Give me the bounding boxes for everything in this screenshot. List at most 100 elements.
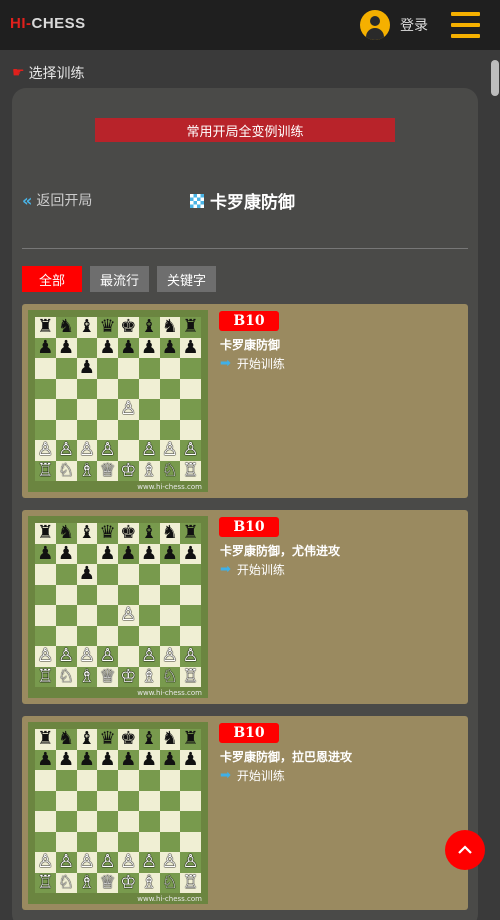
filter-keyword-button[interactable]: 关键字 — [157, 266, 217, 292]
board-square: ♙ — [76, 852, 98, 873]
scrollbar-thumb[interactable] — [491, 60, 499, 96]
black-king-icon: ♚ — [120, 522, 137, 544]
start-training-link[interactable]: ➡ 开始训练 — [220, 561, 285, 578]
board-square — [159, 399, 181, 420]
white-pawn-icon: ♙ — [182, 851, 199, 873]
board-square — [35, 358, 56, 379]
white-bishop-icon: ♗ — [141, 459, 158, 481]
board-square: ♚ — [118, 317, 139, 338]
opening-card[interactable]: ♜ ♞ ♝ ♛ ♚ ♝ ♞ ♜ ♟ ♟ ♟ ♟ ♟ ♟ ♟ ♟ ♙ ♙ ♙ ♙ ♙ ♙ ♙ ♙ ♖ ♘ ♗ ♕ ♔ ♗ ♘ ♖ www.hi-… — [22, 510, 468, 704]
board-grid-icon — [190, 193, 204, 208]
chess-board[interactable]: ♜ ♞ ♝ ♛ ♚ ♝ ♞ ♜ ♟ ♟ ♟ ♟ ♟ ♟ ♟ ♟ ♙ ♙ ♙ ♙ ♙ ♙ ♙ ♙ ♖ ♘ ♗ ♕ ♔ ♗ ♘ ♖ www.hi-… — [28, 310, 208, 492]
board-square — [180, 605, 201, 626]
board-square — [138, 584, 160, 605]
board-square: ♙ — [180, 852, 201, 873]
board-square: ♟ — [159, 337, 181, 358]
board-square: ♟ — [35, 542, 56, 564]
board-square: ♛ — [97, 317, 118, 338]
board-square — [76, 770, 98, 791]
login-button[interactable]: 登录 — [360, 10, 428, 40]
board-square: ♙ — [118, 399, 139, 420]
black-pawn-icon: ♟ — [58, 748, 75, 770]
top-bar: HI-CHESS 登录 — [0, 0, 500, 50]
black-knight-icon: ♞ — [161, 522, 178, 544]
hi-chess-logo[interactable]: HI-CHESS — [10, 15, 86, 32]
opening-card[interactable]: ♜ ♞ ♝ ♛ ♚ ♝ ♞ ♜ ♟ ♟ ♟ ♟ ♟ ♟ ♟ ♟ ♙ ♙ ♙ ♙ ♙ ♙ ♙ ♙ ♖ ♘ ♗ ♕ ♔ ♗ ♘ ♖ www.hi-… — [22, 716, 468, 910]
board-square: ♜ — [180, 523, 201, 544]
white-queen-icon: ♕ — [99, 665, 116, 687]
board-square: ♔ — [118, 666, 139, 687]
board-square — [55, 564, 77, 585]
black-pawn-icon: ♟ — [99, 336, 116, 358]
opening-banner[interactable]: 常用开局全变例训练 — [95, 118, 395, 142]
board-square — [138, 625, 160, 646]
board-square — [180, 358, 201, 379]
board-square — [159, 358, 181, 379]
board-square — [35, 399, 56, 420]
board-square: ♝ — [138, 523, 160, 544]
chess-board[interactable]: ♜ ♞ ♝ ♛ ♚ ♝ ♞ ♜ ♟ ♟ ♟ ♟ ♟ ♟ ♟ ♟ ♙ ♙ ♙ ♙ ♙ ♙ ♙ ♙ ♖ ♘ ♗ ♕ ♔ ♗ ♘ ♖ www.hi-… — [28, 516, 208, 698]
black-pawn-icon: ♟ — [99, 748, 116, 770]
black-pawn-icon: ♟ — [37, 336, 54, 358]
opening-card[interactable]: ♜ ♞ ♝ ♛ ♚ ♝ ♞ ♜ ♟ ♟ ♟ ♟ ♟ ♟ ♟ ♟ ♙ ♙ ♙ ♙ ♙ ♙ ♙ ♙ ♖ ♘ ♗ ♕ ♔ ♗ ♘ ♖ www.hi-… — [22, 304, 468, 498]
board-square: ♙ — [76, 645, 98, 667]
board-square: ♙ — [97, 852, 118, 873]
white-bishop-icon: ♗ — [141, 665, 158, 687]
board-square — [97, 399, 118, 420]
board-square — [76, 790, 98, 811]
back-to-top-button[interactable] — [445, 830, 485, 870]
white-knight-icon: ♘ — [58, 459, 75, 481]
filter-popular-button[interactable]: 最流行 — [90, 266, 150, 292]
black-king-icon: ♚ — [120, 728, 137, 750]
board-watermark: www.hi-chess.com — [137, 895, 202, 903]
board-square: ♟ — [180, 543, 201, 564]
training-panel: 常用开局全变例训练 « 返回开局 卡罗康防御 全部 最流行 关键字 ♜ ♞ ♝ ♛ ♚ ♝… — [12, 88, 478, 920]
board-square: ♟ — [55, 336, 77, 358]
start-training-link[interactable]: ➡ 开始训练 — [220, 767, 285, 784]
board-square — [55, 584, 77, 605]
white-pawn-icon: ♙ — [78, 439, 95, 461]
board-square — [159, 770, 181, 791]
filter-all-button[interactable]: 全部 — [22, 266, 82, 292]
login-label[interactable]: 登录 — [400, 15, 428, 35]
start-training-link[interactable]: ➡ 开始训练 — [220, 355, 285, 372]
black-pawn-icon: ♟ — [58, 336, 75, 358]
board-square: ♘ — [159, 666, 181, 687]
white-pawn-icon: ♙ — [161, 439, 178, 461]
board-square — [76, 419, 98, 440]
black-pawn-icon: ♟ — [37, 542, 54, 564]
white-knight-icon: ♘ — [58, 665, 75, 687]
board-square — [180, 584, 201, 605]
board-square — [118, 811, 139, 832]
board-square: ♟ — [159, 543, 181, 564]
white-bishop-icon: ♗ — [78, 459, 95, 481]
board-square: ♕ — [97, 872, 118, 893]
board-square: ♜ — [35, 523, 56, 544]
black-pawn-icon: ♟ — [141, 748, 158, 770]
board-square — [118, 440, 139, 461]
black-bishop-icon: ♝ — [141, 316, 158, 338]
white-pawn-icon: ♙ — [120, 604, 137, 626]
board-square: ♘ — [55, 665, 77, 687]
eco-code-badge: B10 — [219, 311, 279, 331]
white-pawn-icon: ♙ — [78, 645, 95, 667]
board-square: ♟ — [55, 543, 77, 564]
black-queen-icon: ♛ — [99, 728, 116, 750]
board-square: ♚ — [118, 729, 139, 750]
chess-board[interactable]: ♜ ♞ ♝ ♛ ♚ ♝ ♞ ♜ ♟ ♟ ♟ ♟ ♟ ♟ ♟ ♟ ♙ ♙ ♙ ♙ ♙ ♙ ♙ ♙ ♖ ♘ ♗ ♕ ♔ ♗ ♘ ♖ www.hi-… — [28, 722, 208, 904]
board-square: ♚ — [118, 523, 139, 544]
board-square: ♜ — [180, 317, 201, 338]
board-square — [55, 770, 77, 791]
board-square — [55, 419, 77, 440]
board-square: ♝ — [138, 316, 160, 338]
scrollbar[interactable] — [490, 60, 500, 920]
board-square: ♝ — [76, 523, 98, 544]
user-icon[interactable] — [360, 10, 390, 40]
hamburger-menu-icon[interactable] — [451, 12, 480, 38]
board-square — [55, 378, 77, 399]
board-square: ♖ — [35, 460, 56, 481]
back-to-openings-link[interactable]: « 返回开局 — [22, 190, 92, 210]
black-rook-icon: ♜ — [182, 728, 199, 750]
black-knight-icon: ♞ — [58, 522, 75, 544]
board-square — [35, 564, 56, 585]
